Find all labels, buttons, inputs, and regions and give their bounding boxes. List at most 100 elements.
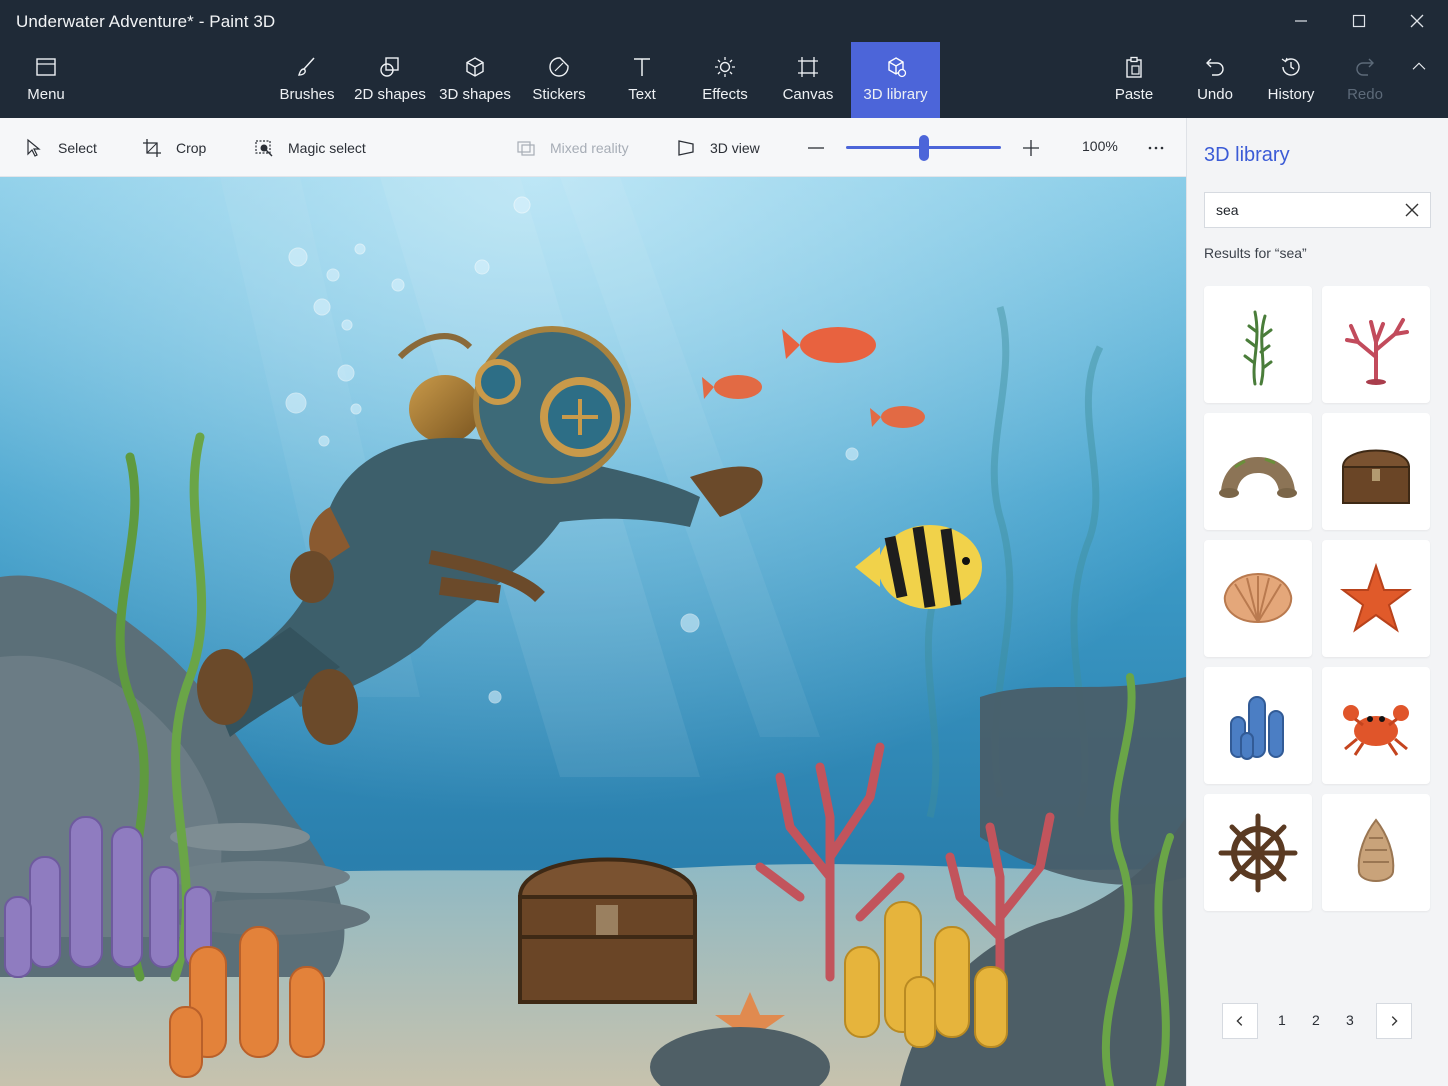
3d-library-button[interactable]: 3D library [851,42,940,118]
history-button[interactable]: History [1260,42,1322,118]
library-item-seaweed[interactable] [1204,286,1312,403]
library-item-seashell[interactable] [1204,540,1312,657]
mixed-reality-icon [517,140,535,156]
seaweed-icon [1243,310,1273,385]
more-options-button[interactable] [1146,118,1166,177]
redo-icon [1356,58,1374,76]
text-icon [634,58,650,76]
next-page-button[interactable] [1376,1003,1412,1039]
paste-button[interactable]: Paste [1106,42,1162,118]
tool-label-2d-shapes: 2D shapes [354,86,426,103]
paste-icon [1126,56,1142,78]
starfish-icon [1340,562,1412,633]
magic-select-icon [255,139,273,156]
chevron-right-icon [1391,1016,1398,1026]
plus-icon [1023,139,1039,156]
effects-button[interactable]: Effects [692,42,758,118]
library-item-crab[interactable] [1322,667,1430,784]
tool-label-text: Text [628,86,656,103]
library-item-coral[interactable] [1322,286,1430,403]
rock-arch-icon [1219,456,1297,498]
search-input[interactable] [1205,202,1385,218]
3d-library-icon [887,57,906,78]
3d-view-label: 3D view [710,139,760,156]
history-icon [1281,57,1300,76]
minimize-icon [1295,20,1307,22]
conch-icon [1357,817,1395,882]
library-item-rock-arch[interactable] [1204,413,1312,530]
collapse-ribbon-button[interactable] [1400,42,1438,118]
page-3-button[interactable]: 3 [1346,1012,1354,1028]
action-label-undo: Undo [1197,86,1233,103]
3d-view-button[interactable]: 3D view [676,118,760,177]
canvas-icon [798,57,818,77]
undo-icon [1206,58,1224,76]
magic-select-button[interactable]: Magic select [254,118,366,177]
action-label-paste: Paste [1114,86,1154,103]
window-title: Underwater Adventure* - Paint 3D [16,12,276,31]
underwater-scene [0,177,1186,1086]
maximize-icon [1352,14,1366,28]
title-bar: Underwater Adventure* - Paint 3D [0,0,1448,42]
treasure-chest [517,857,698,1004]
select-label: Select [58,139,97,156]
3d-shapes-button[interactable]: 3D shapes [436,42,514,118]
brush-icon [298,57,315,76]
page-2-button[interactable]: 2 [1312,1012,1320,1028]
library-item-treasure-chest[interactable] [1322,413,1430,530]
mixed-reality-label: Mixed reality [550,139,629,156]
tool-label-stickers: Stickers [532,86,586,103]
library-item-ship-wheel[interactable] [1204,794,1312,911]
tool-label-3d-library: 3D library [863,86,928,103]
library-item-conch-shell[interactable] [1322,794,1430,911]
menu-icon [36,58,56,76]
maximize-button[interactable] [1330,0,1388,42]
undo-button[interactable]: Undo [1188,42,1242,118]
cube-icon [466,57,484,77]
crop-label: Crop [176,139,207,156]
stickers-button[interactable]: Stickers [524,42,594,118]
text-button[interactable]: Text [612,42,672,118]
close-icon [1410,14,1424,28]
tool-options-bar: Select Crop Magic select Mixed reality 3… [0,118,1186,177]
library-item-starfish[interactable] [1322,540,1430,657]
2d-shapes-icon [380,57,399,77]
more-icon [1148,146,1164,149]
close-icon[interactable] [1404,202,1420,218]
minus-icon [808,146,824,149]
zoom-out-button[interactable] [806,118,826,177]
sponge-icon [1230,695,1284,760]
3d-library-panel: 3D library Results for “sea” [1186,118,1448,1086]
zoom-slider-thumb[interactable] [918,135,929,161]
sun-icon [715,57,735,77]
select-button[interactable]: Select [24,118,97,177]
previous-page-button[interactable] [1222,1003,1258,1039]
treasure-chest-icon [1341,449,1411,504]
canvas-button[interactable]: Canvas [776,42,840,118]
search-box [1204,192,1431,228]
results-label: Results for “sea” [1204,245,1307,261]
menu-button[interactable]: Menu [12,42,80,118]
2d-shapes-button[interactable]: 2D shapes [350,42,430,118]
drawing-canvas[interactable] [0,177,1186,1086]
close-button[interactable] [1388,0,1446,42]
cursor-icon [27,138,41,157]
chevron-left-icon [1236,1016,1243,1026]
zoom-value: 100% [1082,138,1118,154]
coral-icon [1345,317,1409,385]
minimize-button[interactable] [1272,0,1330,42]
crop-button[interactable]: Crop [142,118,206,177]
tool-label-brushes: Brushes [279,86,335,103]
redo-button[interactable]: Redo [1340,42,1390,118]
tool-label-effects: Effects [702,86,748,103]
action-label-history: History [1267,86,1315,103]
library-item-tube-sponge[interactable] [1204,667,1312,784]
zoom-in-button[interactable] [1021,118,1041,177]
panel-title: 3D library [1204,144,1290,166]
mixed-reality-button[interactable]: Mixed reality [516,118,629,177]
tool-label-canvas: Canvas [782,86,834,103]
seashell-icon [1223,572,1293,623]
brushes-button[interactable]: Brushes [270,42,344,118]
page-1-button[interactable]: 1 [1278,1012,1286,1028]
sticker-icon [549,57,569,77]
